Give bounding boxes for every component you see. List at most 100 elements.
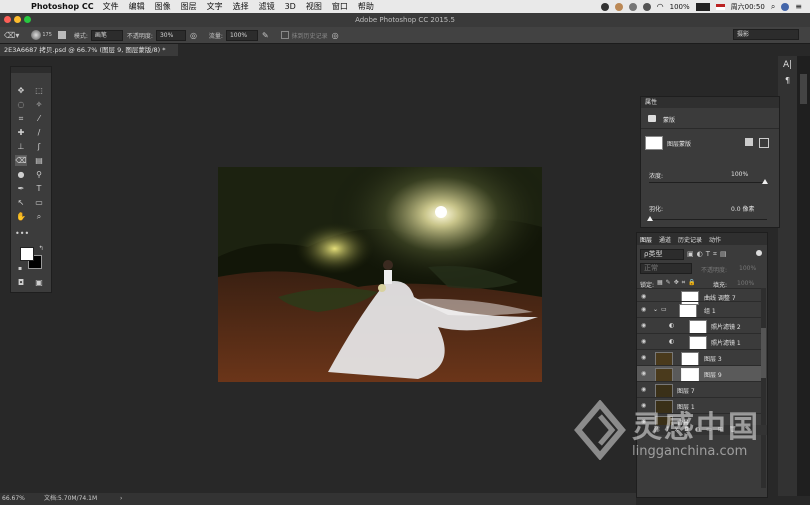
layer-row-group[interactable]: ◉ ⌄ ▭ 组 1 (637, 301, 761, 318)
menu-filter[interactable]: 滤镜 (259, 1, 275, 12)
minimize-window-button[interactable] (14, 16, 21, 23)
quick-mask-icon[interactable]: ◘ (15, 277, 27, 288)
layer-filter-icons[interactable]: ▣◐T⌗▤ (687, 250, 730, 259)
add-vector-mask-icon[interactable] (759, 138, 769, 148)
feather-slider-handle[interactable] (647, 216, 653, 221)
gradient-tool-icon[interactable]: ▤ (33, 155, 45, 166)
flow-field[interactable]: 100% (225, 29, 258, 41)
visibility-eye-icon[interactable]: ◉ (641, 370, 648, 377)
screen-mode-icon[interactable]: ▣ (33, 277, 45, 288)
siri-icon[interactable] (781, 2, 790, 11)
select-pixel-mask-icon[interactable] (745, 138, 753, 146)
layer-filter-select[interactable]: ρ类型 (640, 249, 684, 260)
density-value[interactable]: 100% (731, 171, 748, 178)
status-menu-arrow-icon[interactable]: › (120, 493, 122, 505)
dodge-tool-icon[interactable]: ⚲ (33, 169, 45, 180)
erase-history-checkbox[interactable] (280, 31, 289, 39)
clone-stamp-tool-icon[interactable]: ⊥ (15, 141, 27, 152)
zoom-tool-icon[interactable]: ⌕ (33, 211, 45, 222)
tab-layers[interactable]: 图层 (640, 235, 652, 244)
type-tool-icon[interactable]: T (33, 183, 45, 194)
tab-history[interactable]: 历史记录 (678, 235, 702, 244)
mode-select[interactable]: 画笔 (90, 29, 123, 41)
density-slider-handle[interactable] (762, 179, 768, 184)
blend-mode-select[interactable]: 正常 (640, 263, 692, 274)
fill-value[interactable]: 100% (737, 280, 754, 287)
brush-panel-icon[interactable] (57, 31, 66, 39)
path-selection-tool-icon[interactable]: ↖ (15, 197, 27, 208)
battery-icon[interactable] (695, 2, 710, 11)
blur-tool-icon[interactable]: ● (15, 169, 27, 180)
foreground-color-swatch[interactable] (20, 247, 34, 261)
healing-brush-tool-icon[interactable]: ✚ (15, 127, 27, 138)
magic-wand-tool-icon[interactable]: ✧ (33, 99, 45, 110)
layers-scrollbar-thumb[interactable] (761, 328, 766, 378)
layer-row[interactable]: ◉ ◐ 照片滤镜 2 (637, 317, 761, 334)
tab-actions[interactable]: 动作 (709, 235, 721, 244)
visibility-eye-icon[interactable]: ◉ (641, 293, 648, 300)
menu-image[interactable]: 图像 (155, 1, 171, 12)
menu-type[interactable]: 文字 (207, 1, 223, 12)
search-icon[interactable]: ⌕ (771, 2, 775, 12)
character-panel-icon[interactable]: A| (783, 60, 792, 70)
visibility-eye-icon[interactable]: ◉ (641, 354, 648, 361)
wifi-icon[interactable]: ◠ (657, 2, 664, 11)
pen-tool-icon[interactable]: ✒ (15, 183, 27, 194)
properties-tab[interactable]: 属性 (645, 99, 657, 106)
zoom-level[interactable]: 66.67% (2, 495, 25, 502)
eyedropper-tool-icon[interactable]: ⁄ (33, 113, 45, 124)
opacity-field[interactable]: 30% (155, 29, 186, 41)
more-tools-icon[interactable]: ••• (15, 228, 29, 239)
layer-row-selected[interactable]: ◉ 图层 9 (637, 365, 761, 382)
visibility-eye-icon[interactable]: ◉ (641, 338, 648, 345)
group-expand-icon[interactable]: ⌄ (653, 306, 658, 313)
toolbox-grip[interactable] (11, 67, 51, 73)
menu-layer[interactable]: 图层 (181, 1, 197, 12)
visibility-eye-icon[interactable]: ◉ (641, 306, 648, 313)
menu-file[interactable]: 文件 (103, 1, 119, 12)
paragraph-panel-icon[interactable]: ¶ (785, 76, 790, 85)
eraser-tool-preset-icon[interactable]: ⌫▾ (4, 31, 19, 40)
crop-tool-icon[interactable]: ⌗ (15, 113, 27, 124)
brush-preview[interactable] (31, 30, 42, 40)
airplay-icon[interactable] (642, 2, 651, 11)
move-tool-icon[interactable]: ✥ (15, 85, 27, 96)
workspace-select[interactable]: 摄影 (733, 29, 799, 40)
layer-opacity-value[interactable]: 100% (739, 265, 756, 272)
visibility-eye-icon[interactable]: ◉ (641, 322, 648, 329)
layer-row[interactable]: ◉ 图层 3 (637, 349, 761, 366)
menu-view[interactable]: 视图 (306, 1, 322, 12)
right-scrollbar-thumb[interactable] (800, 74, 807, 104)
default-colors-icon[interactable]: ▪ (14, 263, 26, 274)
menu-3d[interactable]: 3D (285, 2, 296, 11)
close-window-button[interactable] (4, 16, 11, 23)
canvas-image[interactable] (218, 167, 542, 382)
pressure-opacity-icon[interactable]: ◎ (190, 31, 197, 40)
menu-list-icon[interactable]: ≡ (795, 2, 802, 11)
app-menu[interactable]: Photoshop CC (31, 2, 94, 11)
lock-icons[interactable]: ▦✎✥⌗🔒 (657, 279, 699, 287)
filter-toggle-icon[interactable] (756, 250, 762, 256)
app-status-icon[interactable] (614, 2, 623, 11)
visibility-eye-icon[interactable]: ◉ (641, 386, 648, 393)
lasso-tool-icon[interactable]: ◌ (15, 99, 27, 110)
hand-tool-icon[interactable]: ✋ (15, 211, 27, 222)
record-icon[interactable] (600, 2, 609, 11)
menu-edit[interactable]: 编辑 (129, 1, 145, 12)
density-slider[interactable] (649, 182, 767, 183)
layer-row[interactable]: ◉ ◐ 照片滤镜 1 (637, 333, 761, 350)
layer-mask-thumbnail[interactable] (645, 136, 663, 150)
rectangle-tool-icon[interactable]: ▭ (33, 197, 45, 208)
cloud-icon[interactable] (628, 2, 637, 11)
pressure-size-icon[interactable]: ◎ (332, 31, 339, 40)
menu-window[interactable]: 窗口 (332, 1, 348, 12)
marquee-tool-icon[interactable]: ⬚ (33, 85, 45, 96)
menu-help[interactable]: 帮助 (358, 1, 374, 12)
history-brush-tool-icon[interactable]: ʃ (33, 141, 45, 152)
tab-channels[interactable]: 通道 (659, 235, 671, 244)
brush-tool-icon[interactable]: / (33, 127, 45, 138)
feather-slider[interactable] (649, 219, 767, 220)
zoom-window-button[interactable] (24, 16, 31, 23)
feather-value[interactable]: 0.0 像素 (731, 204, 754, 213)
document-tab[interactable]: 2E3A6687 拷贝.psd @ 66.7% (图层 9, 图层蒙版/8) * (0, 44, 178, 56)
